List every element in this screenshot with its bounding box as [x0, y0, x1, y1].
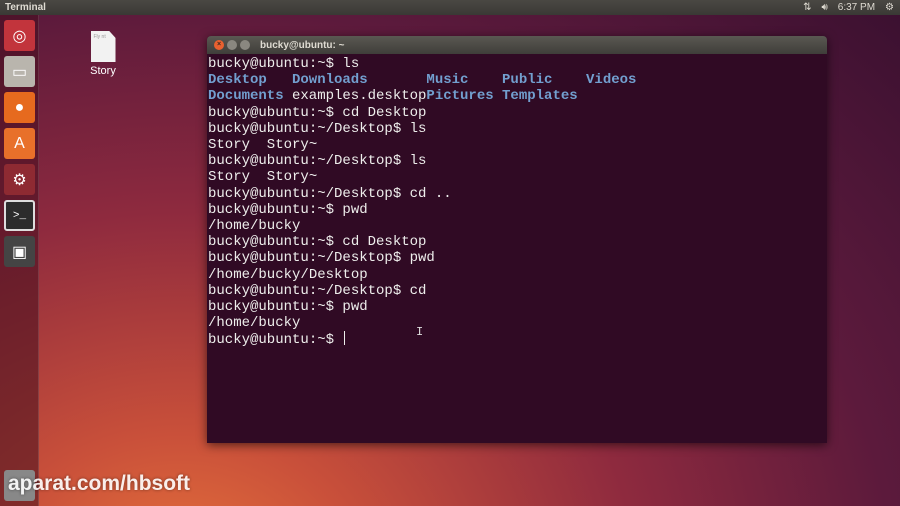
launcher-terminal[interactable]: >_: [4, 200, 35, 231]
firefox-icon: ●: [14, 98, 25, 116]
doc-preview-text: Fly nt: [93, 34, 106, 40]
terminal-line: bucky@ubuntu:~$ cd Desktop: [208, 234, 427, 251]
terminal-cursor: [344, 331, 346, 346]
ubuntu-dash-icon: ◎: [12, 27, 27, 45]
terminal-line: bucky@ubuntu:~$ pwd: [208, 201, 368, 218]
terminal-line: bucky@ubuntu:~/Desktop$ cd: [208, 282, 427, 299]
launcher-software-center[interactable]: A: [4, 128, 35, 159]
window-title: bucky@ubuntu: ~: [260, 39, 345, 51]
terminal-line: bucky@ubuntu:~$ ls: [208, 56, 360, 72]
active-app-name: Terminal: [5, 2, 46, 13]
terminal-line: Story Story~: [208, 137, 318, 154]
terminal-line: /home/bucky/Desktop: [208, 266, 368, 283]
terminal-titlebar[interactable]: × bucky@ubuntu: ~: [207, 36, 827, 54]
launcher-ubuntu-dash[interactable]: ◎: [4, 20, 35, 51]
terminal-line: bucky@ubuntu:~$ cd Desktop: [208, 104, 427, 121]
ls-entry: Downloads: [292, 72, 368, 89]
top-panel: Terminal ⇅ 🔊︎ 6:37 PM ⚙: [0, 0, 900, 15]
launcher: ◎ ▭ ● A ⚙ >_ ▣: [0, 15, 39, 506]
desktop-file-label: Story: [90, 65, 116, 77]
minimize-icon[interactable]: [227, 40, 237, 50]
ls-entry: Documents: [208, 88, 284, 105]
text-cursor-icon: I: [416, 325, 424, 339]
ls-entry: Videos: [586, 72, 637, 89]
terminal-line: Story Story~: [208, 169, 318, 186]
ls-entry: Pictures: [426, 88, 494, 105]
launcher-firefox[interactable]: ●: [4, 92, 35, 123]
prompt-line[interactable]: bucky@ubuntu:~$: [208, 331, 827, 348]
ls-output-row: Desktop Downloads Music Public Videos: [208, 72, 827, 88]
save-icon: ▣: [11, 243, 28, 261]
software-center-icon: A: [14, 134, 25, 152]
files-icon: ▭: [11, 63, 28, 81]
document-icon: Fly nt: [90, 31, 116, 62]
launcher-save[interactable]: ▣: [4, 236, 35, 267]
ls-entry: Public: [502, 72, 553, 89]
launcher-system-settings[interactable]: ⚙: [4, 164, 35, 195]
terminal-line: bucky@ubuntu:~/Desktop$ ls: [208, 153, 427, 170]
system-settings-icon: ⚙: [12, 171, 27, 189]
desktop-file-story[interactable]: Fly nt Story: [85, 31, 121, 77]
terminal-output[interactable]: bucky@ubuntu:~$ ls Desktop Downloads Music P…: [207, 54, 827, 349]
terminal-line: bucky@ubuntu:~$ pwd: [208, 299, 368, 316]
close-icon[interactable]: ×: [214, 40, 224, 50]
gear-icon[interactable]: ⚙: [885, 2, 894, 13]
clock[interactable]: 6:37 PM: [838, 2, 875, 13]
ls-entry: examples.desktop: [292, 88, 427, 105]
terminal-window[interactable]: × bucky@ubuntu: ~ bucky@ubuntu:~$ ls Desk…: [207, 36, 827, 443]
ls-entry: Music: [426, 72, 469, 89]
launcher-files[interactable]: ▭: [4, 56, 35, 87]
terminal-line: bucky@ubuntu:~/Desktop$ cd ..: [208, 185, 452, 202]
network-updown-icon[interactable]: ⇅: [803, 2, 811, 13]
maximize-icon[interactable]: [240, 40, 250, 50]
ls-entry: Desktop: [208, 72, 267, 89]
prompt: bucky@ubuntu:~$: [208, 332, 343, 349]
ls-entry: Templates: [502, 88, 578, 105]
terminal-line: /home/bucky: [208, 218, 301, 235]
terminal-line: /home/bucky: [208, 315, 301, 332]
terminal-line: bucky@ubuntu:~/Desktop$ ls: [208, 120, 427, 137]
watermark: aparat.com/hbsoft: [8, 472, 191, 495]
ls-output-row: Documents examples.desktopPictures Templat…: [208, 88, 827, 104]
terminal-icon: >_: [12, 209, 27, 222]
terminal-line: bucky@ubuntu:~/Desktop$ pwd: [208, 250, 435, 267]
volume-icon[interactable]: 🔊︎: [821, 2, 827, 13]
